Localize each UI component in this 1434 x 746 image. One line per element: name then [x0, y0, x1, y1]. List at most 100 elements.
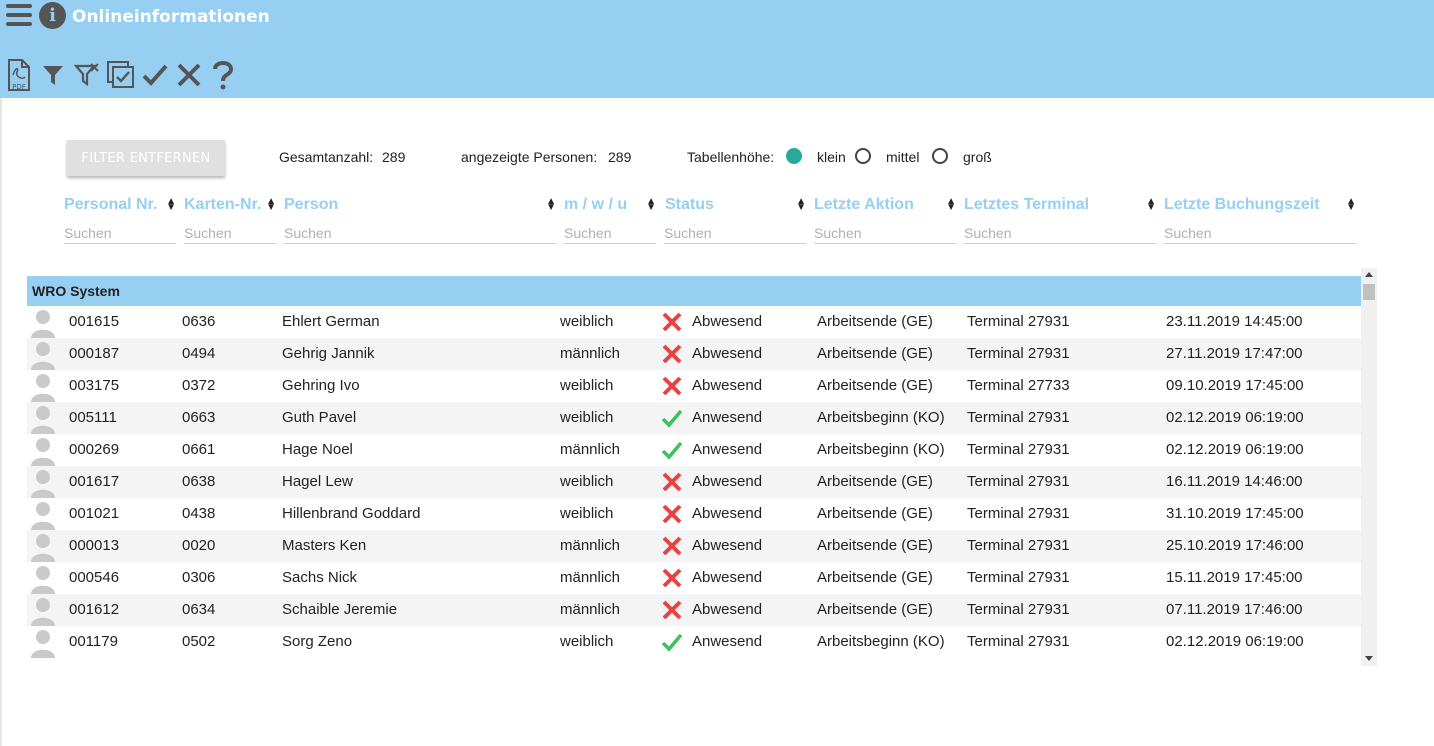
cell-last-terminal: Terminal 27931	[967, 441, 1070, 458]
table-row[interactable]: 005111 0663 Guth Pavel weiblich Anwesend Arbe…	[27, 402, 1361, 434]
avatar-icon	[30, 468, 56, 498]
cell-booking-time: 15.11.2019 17:45:00	[1166, 569, 1303, 586]
sort-icon[interactable]: ▲ ▼	[546, 197, 556, 213]
cell-last-terminal: Terminal 27931	[967, 633, 1070, 650]
table-row[interactable]: 000013 0020 Masters Ken männlich Abwesend Arb…	[27, 530, 1361, 562]
height-option-mittel: mittel	[886, 149, 920, 165]
cell-gender: weiblich	[560, 633, 614, 650]
column-header-status[interactable]: Status ▲ ▼	[665, 194, 806, 216]
sort-icon[interactable]: ▲ ▼	[796, 197, 806, 213]
column-title: Person	[284, 196, 339, 213]
absent-x-icon	[661, 568, 683, 588]
cell-booking-time: 07.11.2019 17:46:00	[1166, 601, 1303, 618]
sort-icon[interactable]: ▲ ▼	[266, 197, 276, 213]
column-header-last-booking-time[interactable]: Letzte Buchungszeit ▲ ▼	[1164, 194, 1356, 216]
height-radio-klein[interactable]	[786, 148, 802, 164]
column-header-personal-nr[interactable]: Personal Nr. ▲ ▼	[64, 194, 176, 216]
table-height-label: Tabellenhöhe:	[687, 149, 775, 165]
cell-last-terminal: Terminal 27931	[967, 537, 1070, 554]
table-row[interactable]: 000187 0494 Gehrig Jannik männlich Abwesend A…	[27, 338, 1361, 370]
cell-last-action: Arbeitsende (GE)	[817, 377, 933, 394]
absent-x-icon	[661, 472, 683, 492]
cell-status: Anwesend	[692, 409, 763, 426]
table-row[interactable]: 001021 0438 Hillenbrand Goddard weiblich Abw…	[27, 498, 1361, 530]
sort-icon[interactable]: ▲ ▼	[1346, 197, 1356, 213]
pdf-export-icon[interactable]: PDF	[4, 58, 34, 92]
filter-remove-icon[interactable]	[72, 58, 102, 92]
column-header-last-terminal[interactable]: Letztes Terminal ▲ ▼	[964, 194, 1156, 216]
help-icon[interactable]	[208, 58, 238, 92]
table-row[interactable]: 003175 0372 Gehring Ivo weiblich Abwesend Arb…	[27, 370, 1361, 402]
height-radio-mittel[interactable]	[855, 148, 871, 164]
cell-booking-time: 09.10.2019 17:45:00	[1166, 377, 1304, 394]
scrollbar-thumb[interactable]	[1363, 284, 1375, 300]
pdf-label: PDF	[12, 83, 26, 91]
toolbar: PDF	[4, 57, 238, 93]
search-person-input[interactable]	[284, 222, 556, 244]
column-header-last-action[interactable]: Letzte Aktion ▲ ▼	[814, 194, 956, 216]
height-radio-gross[interactable]	[932, 148, 948, 164]
check-icon[interactable]	[140, 58, 170, 92]
search-last-terminal-input[interactable]	[964, 222, 1156, 244]
avatar-icon	[30, 340, 56, 370]
cell-gender: weiblich	[560, 505, 614, 522]
height-option-gross: groß	[963, 149, 992, 165]
search-booking-time-input[interactable]	[1164, 222, 1356, 244]
vertical-scrollbar[interactable]	[1361, 268, 1377, 666]
remove-filter-button[interactable]: FILTER ENTFERNEN	[67, 140, 225, 176]
cell-booking-time: 02.12.2019 06:19:00	[1166, 441, 1304, 458]
table-row[interactable]: 001612 0634 Schaible Jeremie männlich Abwese…	[27, 594, 1361, 626]
search-status-input[interactable]	[664, 222, 806, 244]
column-header-person[interactable]: Person ▲ ▼	[284, 194, 556, 216]
cell-last-action: Arbeitsende (GE)	[817, 569, 933, 586]
column-title: Status	[665, 196, 714, 213]
cell-person: Schaible Jeremie	[282, 601, 398, 618]
table-row[interactable]: 000269 0661 Hage Noel männlich Anwesend Arbei…	[27, 434, 1361, 466]
sort-icon[interactable]: ▲ ▼	[166, 197, 176, 213]
cell-last-terminal: Terminal 27931	[967, 345, 1070, 362]
cell-booking-time: 27.11.2019 17:47:00	[1166, 345, 1303, 362]
filter-icon[interactable]	[38, 58, 68, 92]
sort-icon[interactable]: ▲ ▼	[1146, 197, 1156, 213]
cell-last-action: Arbeitsende (GE)	[817, 505, 933, 522]
cell-gender: weiblich	[560, 473, 614, 490]
cell-gender: weiblich	[560, 377, 614, 394]
cell-person: Sachs Nick	[282, 569, 358, 586]
column-header-karten-nr[interactable]: Karten-Nr. ▲ ▼	[184, 194, 276, 216]
cell-booking-time: 02.12.2019 06:19:00	[1166, 633, 1304, 650]
scroll-down-icon[interactable]	[1365, 656, 1373, 661]
cell-karten-nr: 0494	[182, 345, 216, 362]
cell-last-terminal: Terminal 27931	[967, 409, 1070, 426]
table-row[interactable]: 001617 0638 Hagel Lew weiblich Abwesend Arbei…	[27, 466, 1361, 498]
menu-icon[interactable]	[6, 4, 32, 28]
search-personal-nr-input[interactable]	[64, 222, 176, 244]
select-all-icon[interactable]	[106, 58, 136, 92]
scroll-up-icon[interactable]	[1365, 272, 1373, 277]
cell-booking-time: 23.11.2019 14:45:00	[1166, 313, 1303, 330]
cell-status: Abwesend	[692, 313, 763, 330]
absent-x-icon	[661, 536, 683, 556]
search-last-action-input[interactable]	[814, 222, 956, 244]
cell-gender: weiblich	[560, 313, 614, 330]
height-option-klein: klein	[817, 149, 846, 165]
column-header-gender[interactable]: m / w / u ▲ ▼	[564, 194, 656, 216]
table-row[interactable]: 001615 0636 Ehlert German weiblich Abwesend A…	[27, 306, 1361, 338]
table-row[interactable]: 000546 0306 Sachs Nick männlich Abwesend Arbe…	[27, 562, 1361, 594]
cell-person: Guth Pavel	[282, 409, 357, 426]
cell-personal-nr: 001612	[69, 601, 120, 618]
cell-karten-nr: 0661	[182, 441, 216, 458]
app-header: i Onlineinformationen PDF	[0, 0, 1434, 98]
group-header[interactable]: WRO System	[27, 276, 1361, 306]
close-icon[interactable]	[174, 58, 204, 92]
search-karten-nr-input[interactable]	[184, 222, 276, 244]
cell-personal-nr: 000187	[69, 345, 120, 362]
sort-icon[interactable]: ▲ ▼	[946, 197, 956, 213]
cell-last-terminal: Terminal 27931	[967, 505, 1070, 522]
sort-icon[interactable]: ▲ ▼	[646, 197, 656, 213]
cell-last-action: Arbeitsende (GE)	[817, 313, 933, 330]
info-icon[interactable]: i	[39, 2, 66, 29]
search-gender-input[interactable]	[564, 222, 656, 244]
table-row[interactable]: 001179 0502 Sorg Zeno weiblich Anwesend Arbei…	[27, 626, 1361, 658]
absent-x-icon	[661, 344, 683, 364]
present-check-icon	[661, 632, 683, 652]
